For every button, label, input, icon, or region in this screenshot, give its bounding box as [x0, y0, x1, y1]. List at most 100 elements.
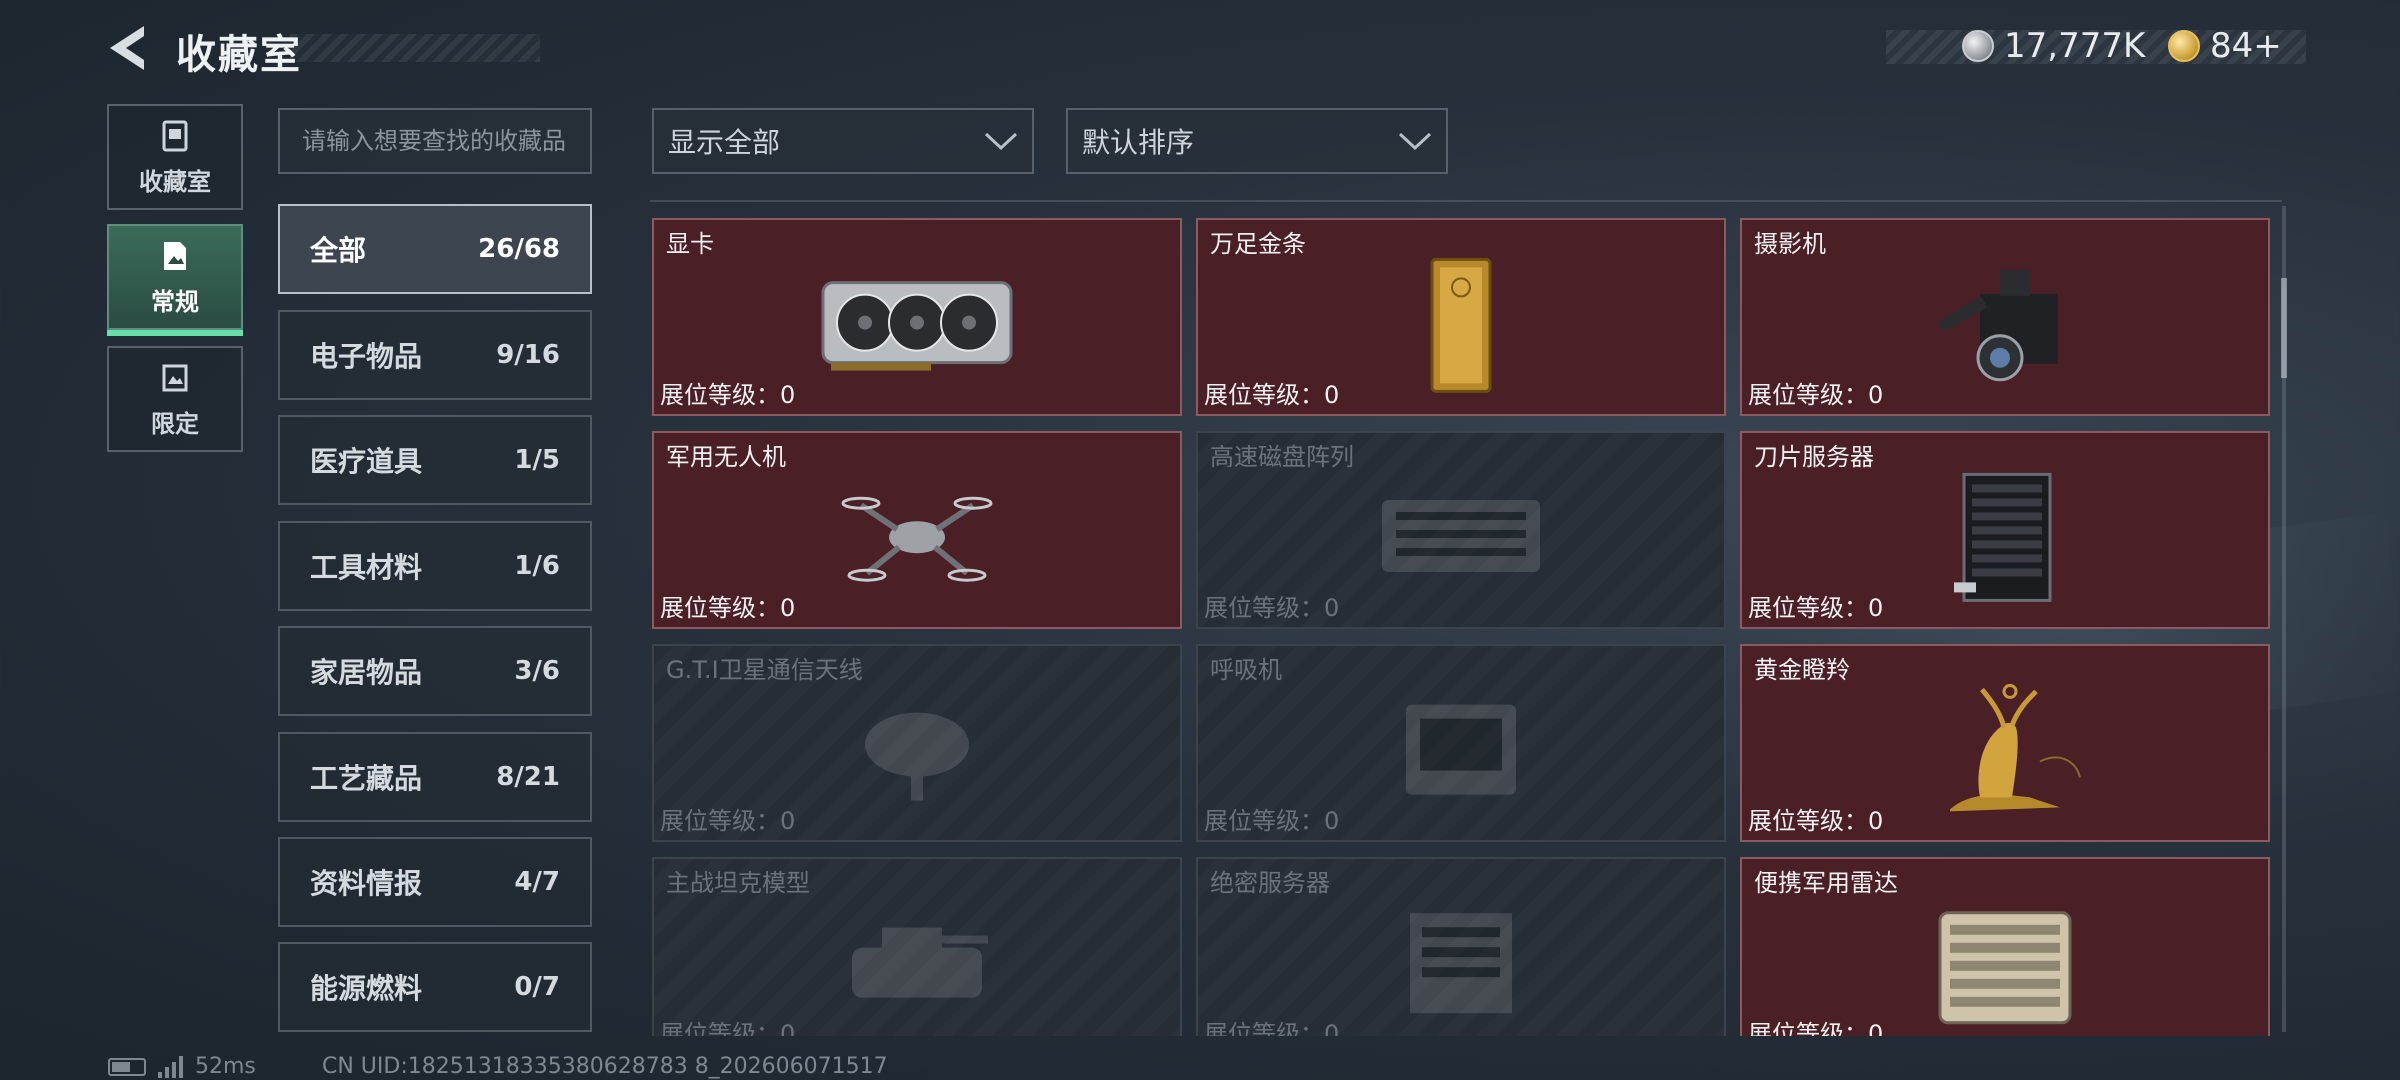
category-name: 工具材料: [310, 551, 423, 584]
item-card-graphics-card[interactable]: 显卡 展位等级：0: [652, 218, 1182, 416]
category-count: 1/6: [514, 551, 560, 581]
ventilator-icon: [1406, 704, 1516, 795]
category-count: 8/21: [496, 762, 560, 792]
item-level: 展位等级：0: [1748, 594, 1884, 622]
category-count: 1/5: [514, 445, 560, 475]
item-level: 展位等级：0: [1204, 807, 1340, 835]
dropdown-value: 默认排序: [1082, 126, 1195, 159]
portable-radar-icon: [1938, 911, 2072, 1025]
item-name: 便携军用雷达: [1754, 869, 1898, 897]
rail-label: 收藏室: [139, 167, 211, 196]
category-name: 工艺藏品: [310, 762, 423, 795]
category-all[interactable]: 全部 26/68: [278, 204, 592, 294]
rail-tab-collection-room[interactable]: 收藏室: [107, 104, 243, 210]
player-uid: CN UID:18251318335380628783 8_2026060715…: [322, 1054, 888, 1079]
item-name: 主战坦克模型: [666, 869, 810, 897]
item-card-drone[interactable]: 军用无人机 展位等级：0: [652, 431, 1182, 629]
battery-icon: [108, 1057, 146, 1076]
category-name: 家居物品: [310, 656, 423, 689]
category-name: 电子物品: [310, 340, 423, 373]
limited-tab-icon: [162, 364, 188, 391]
item-name: 万足金条: [1210, 230, 1306, 258]
collection-grid: 显卡 展位等级：0 万足金条 展位等级：0 摄影机 展位等级：0 军用无人机 展…: [650, 200, 2282, 1036]
category-count: 4/7: [514, 867, 560, 897]
item-name: 绝密服务器: [1210, 869, 1330, 897]
category-fuel[interactable]: 能源燃料 0/7: [278, 942, 592, 1032]
item-card-camera[interactable]: 摄影机 展位等级：0: [1740, 218, 2270, 416]
item-level: 展位等级：0: [1204, 381, 1340, 409]
item-card-blade-server[interactable]: 刀片服务器 展位等级：0: [1740, 431, 2270, 629]
camera-icon: [1937, 269, 2058, 382]
rail-label: 限定: [151, 409, 199, 438]
dropdown-value: 显示全部: [668, 126, 781, 159]
search-input[interactable]: [278, 108, 592, 174]
tank-model-icon: [852, 927, 988, 998]
sort-dropdown[interactable]: 默认排序: [1066, 108, 1448, 174]
drone-icon: [841, 496, 993, 582]
item-level: 展位等级：0: [660, 594, 796, 622]
gold-coin-icon: [2168, 30, 2200, 62]
currency-gold[interactable]: 84+: [2168, 26, 2282, 66]
category-crafts[interactable]: 工艺藏品 8/21: [278, 732, 592, 822]
category-count: 26/68: [478, 234, 560, 264]
gold-bar-icon: [1430, 257, 1492, 393]
category-count: 0/7: [514, 972, 560, 1002]
item-card-satellite-antenna[interactable]: G.T.I卫星通信天线 展位等级：0: [652, 644, 1182, 842]
item-level: 展位等级：0: [1204, 594, 1340, 622]
secret-server-icon: [1410, 913, 1512, 1014]
item-level: 展位等级：0: [1748, 1020, 1884, 1036]
item-card-tank-model[interactable]: 主战坦克模型 展位等级：0: [652, 857, 1182, 1036]
item-name: 呼吸机: [1210, 656, 1282, 684]
grid-scrollbar-thumb[interactable]: [2281, 278, 2287, 378]
item-card-portable-radar[interactable]: 便携军用雷达 展位等级：0: [1740, 857, 2270, 1036]
silver-amount: 17,777K: [2004, 26, 2146, 66]
golden-gazelle-icon: [1950, 683, 2081, 812]
filter-display-dropdown[interactable]: 显示全部: [652, 108, 1034, 174]
graphics-card-icon: [821, 281, 1013, 371]
category-name: 能源燃料: [310, 972, 423, 1005]
item-card-secret-server[interactable]: 绝密服务器 展位等级：0: [1196, 857, 1726, 1036]
gold-amount: 84+: [2210, 26, 2282, 66]
top-bar: 收藏室 17,777K 84+: [0, 0, 2400, 100]
category-household[interactable]: 家居物品 3/6: [278, 626, 592, 716]
item-name: 高速磁盘阵列: [1210, 443, 1354, 471]
category-intel[interactable]: 资料情报 4/7: [278, 837, 592, 927]
ping-value: 52ms: [195, 1054, 256, 1079]
item-name: G.T.I卫星通信天线: [666, 656, 863, 684]
category-count: 3/6: [514, 656, 560, 686]
back-arrow-icon[interactable]: [106, 24, 150, 72]
category-name: 资料情报: [310, 867, 423, 900]
item-card-ventilator[interactable]: 呼吸机 展位等级：0: [1196, 644, 1726, 842]
category-name: 医疗道具: [310, 445, 423, 478]
silver-coin-icon: [1962, 30, 1994, 62]
currency-silver: 17,777K: [1962, 26, 2145, 66]
item-card-gold-bar[interactable]: 万足金条 展位等级：0: [1196, 218, 1726, 416]
item-level: 展位等级：0: [1748, 381, 1884, 409]
category-medical[interactable]: 医疗道具 1/5: [278, 415, 592, 505]
rail-tab-regular[interactable]: 常规: [107, 224, 243, 336]
item-name: 刀片服务器: [1754, 443, 1874, 471]
item-level: 展位等级：0: [1748, 807, 1884, 835]
chevron-down-icon: [1398, 132, 1432, 151]
satellite-antenna-icon: [865, 712, 969, 801]
collection-room-icon: [162, 120, 188, 151]
item-level: 展位等级：0: [660, 1020, 796, 1036]
item-level: 展位等级：0: [660, 381, 796, 409]
item-name: 军用无人机: [666, 443, 786, 471]
chevron-down-icon: [984, 132, 1018, 151]
rail-label: 常规: [151, 287, 199, 316]
title-stripe: [290, 34, 540, 62]
item-card-disk-array[interactable]: 高速磁盘阵列 展位等级：0: [1196, 431, 1726, 629]
category-tools[interactable]: 工具材料 1/6: [278, 521, 592, 611]
page-title: 收藏室: [176, 32, 302, 78]
item-card-golden-gazelle[interactable]: 黄金瞪羚 展位等级：0: [1740, 644, 2270, 842]
item-name: 摄影机: [1754, 230, 1826, 258]
item-level: 展位等级：0: [1204, 1020, 1340, 1036]
category-electronics[interactable]: 电子物品 9/16: [278, 310, 592, 400]
rail-tab-limited[interactable]: 限定: [107, 346, 243, 452]
disk-array-icon: [1382, 500, 1540, 572]
status-footer: 52ms: [108, 1054, 256, 1079]
item-name: 黄金瞪羚: [1754, 656, 1850, 684]
category-count: 9/16: [496, 340, 560, 370]
signal-icon: [158, 1055, 183, 1078]
